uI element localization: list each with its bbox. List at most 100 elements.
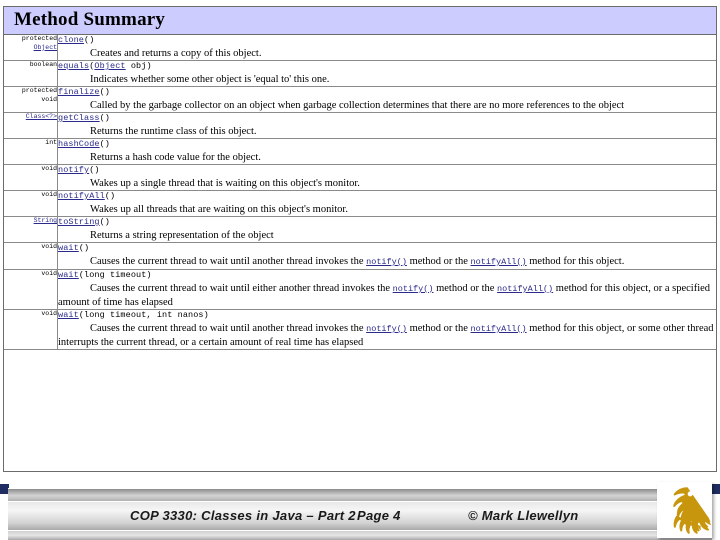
signature-args: () — [78, 243, 90, 253]
notify-link[interactable]: notify() — [366, 324, 407, 334]
type-name: void — [41, 191, 57, 198]
footer-band-top — [8, 488, 712, 501]
method-signature: wait() — [58, 243, 716, 254]
method-name-link[interactable]: wait — [58, 310, 79, 320]
method-cell: notifyAll() Wakes up all threads that ar… — [57, 190, 716, 217]
method-signature: wait(long timeout, int nanos) — [58, 310, 716, 321]
table-row: void wait(long timeout) Causes the curre… — [4, 269, 716, 310]
method-name-link[interactable]: wait — [58, 270, 79, 280]
method-signature: notifyAll() — [58, 191, 716, 202]
method-description: Causes the current thread to wait until … — [58, 254, 716, 269]
method-cell: wait() Causes the current thread to wait… — [57, 242, 716, 270]
desc-text-2: method or the — [406, 323, 471, 334]
type-link[interactable]: String — [34, 217, 57, 224]
table-row: Class<?> getClass() Returns the runtime … — [4, 112, 716, 139]
table-row: int hashCode() Returns a hash code value… — [4, 138, 716, 165]
return-type-cell: void — [4, 242, 58, 270]
table-row: void notifyAll() Wakes up all threads th… — [4, 190, 716, 217]
slide-canvas: Method Summary protected Object clone() … — [0, 0, 720, 540]
desc-text-2: method or the — [433, 283, 498, 294]
table-row: void notify() Wakes up a single thread t… — [4, 164, 716, 191]
notify-link[interactable]: notify() — [366, 257, 407, 267]
method-description: Creates and returns a copy of this objec… — [90, 48, 262, 59]
signature-args: () — [104, 191, 116, 201]
arg-type-link[interactable]: Object — [94, 61, 125, 71]
method-description: Returns a string representation of the o… — [90, 230, 274, 241]
method-signature: wait(long timeout) — [58, 270, 716, 281]
type-name: void — [41, 95, 57, 103]
footer-copyright: © Mark Llewellyn — [468, 507, 579, 523]
method-description: Causes the current thread to wait until … — [58, 281, 716, 309]
notifyall-link[interactable]: notifyAll() — [497, 284, 553, 294]
method-cell: equals(Object obj) Indicates whether som… — [57, 60, 716, 87]
method-signature: getClass() — [58, 113, 716, 124]
method-name-link[interactable]: toString — [58, 217, 100, 227]
type-name: int — [45, 139, 57, 146]
method-name-link[interactable]: getClass — [58, 113, 100, 123]
method-signature: hashCode() — [58, 139, 716, 150]
signature-args: (long timeout) — [78, 270, 152, 280]
method-description: Called by the garbage collector on an ob… — [90, 100, 625, 111]
return-type-cell: protected void — [4, 86, 58, 113]
footer-right-accent — [711, 484, 720, 494]
method-description: Causes the current thread to wait until … — [58, 321, 716, 349]
method-cell: toString() Returns a string representati… — [57, 216, 716, 243]
method-cell: clone() Creates and returns a copy of th… — [57, 35, 716, 61]
method-name-link[interactable]: equals — [58, 61, 89, 71]
method-signature: finalize() — [58, 87, 716, 98]
table-row: void wait(long timeout, int nanos) Cause… — [4, 309, 716, 350]
method-name-link[interactable]: hashCode — [58, 139, 100, 149]
type-name: boolean — [29, 61, 57, 68]
notifyall-link[interactable]: notifyAll() — [471, 257, 527, 267]
type-link[interactable]: Object — [34, 44, 57, 51]
return-type-cell: protected Object — [4, 35, 58, 61]
method-name-link[interactable]: clone — [58, 35, 84, 45]
method-name-link[interactable]: wait — [58, 243, 79, 253]
method-summary-title: Method Summary — [14, 9, 166, 30]
type-modifier: protected — [21, 35, 57, 42]
return-type-cell: Class<?> — [4, 112, 58, 139]
table-row: String toString() Returns a string repre… — [4, 216, 716, 243]
table-row: boolean equals(Object obj) Indicates whe… — [4, 60, 716, 87]
return-type-cell: String — [4, 216, 58, 243]
type-name: void — [41, 165, 57, 172]
method-signature: notify() — [58, 165, 716, 176]
table-row: protected Object clone() Creates and ret… — [4, 35, 716, 61]
signature-args: () — [99, 87, 111, 97]
method-description: Wakes up all threads that are waiting on… — [90, 204, 348, 215]
desc-text-1: Causes the current thread to wait until … — [90, 256, 367, 267]
method-signature: toString() — [58, 217, 716, 228]
type-name: void — [41, 243, 57, 250]
method-signature: clone() — [58, 35, 716, 46]
desc-text-2: method or the — [406, 256, 471, 267]
method-summary-table: protected Object clone() Creates and ret… — [4, 35, 716, 350]
notifyall-link[interactable]: notifyAll() — [471, 324, 527, 334]
slide-footer: COP 3330: Classes in Java – Part 2 Page … — [0, 480, 720, 540]
method-name-link[interactable]: notifyAll — [58, 191, 105, 201]
return-type-cell: boolean — [4, 60, 58, 87]
paren-close: ) — [146, 61, 152, 71]
method-description: Returns a hash code value for the object… — [90, 152, 261, 163]
method-name-link[interactable]: notify — [58, 165, 89, 175]
pegasus-logo — [657, 482, 712, 538]
notify-link[interactable]: notify() — [393, 284, 434, 294]
method-description: Indicates whether some other object is '… — [90, 74, 330, 85]
type-name: void — [41, 310, 57, 317]
desc-text-1: Causes the current thread to wait until … — [90, 323, 367, 334]
footer-course-label: COP 3330: Classes in Java – Part 2 — [130, 507, 356, 523]
type-name: void — [41, 270, 57, 277]
signature-args: () — [89, 165, 100, 175]
method-cell: wait(long timeout) Causes the current th… — [57, 269, 716, 310]
method-description: Returns the runtime class of this object… — [90, 126, 257, 137]
signature-args: () — [84, 35, 95, 45]
method-signature: equals(Object obj) — [58, 61, 716, 72]
signature-args: () — [99, 139, 111, 149]
return-type-cell: void — [4, 269, 58, 310]
method-name-link[interactable]: finalize — [58, 87, 100, 97]
table-row: void wait() Causes the current thread to… — [4, 242, 716, 270]
signature-args: () — [99, 113, 111, 123]
method-cell: finalize() Called by the garbage collect… — [57, 86, 716, 113]
type-link[interactable]: Class<?> — [26, 113, 57, 120]
type-modifier: protected — [21, 87, 57, 94]
footer-band-bottom — [8, 530, 712, 540]
